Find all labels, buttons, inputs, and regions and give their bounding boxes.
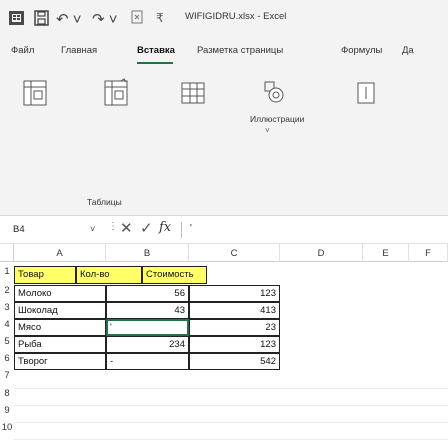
name-box-dropdown-icon[interactable]: ˅ [90, 224, 95, 234]
ribbon-panel: Иллюстрации ˅ Таблицы [0, 68, 448, 216]
name-box[interactable]: B4 [4, 221, 99, 239]
row-header-7[interactable]: 7 [0, 370, 14, 381]
customize-quick-access-icon[interactable]: ₹ [156, 11, 168, 27]
tab-insert[interactable]: Вставка [137, 45, 175, 56]
illustrations-label[interactable]: Иллюстрации [250, 114, 304, 124]
column-header-a[interactable]: A [14, 244, 106, 262]
row-header-2[interactable]: 2 [0, 285, 14, 296]
row-header-10[interactable]: 10 [0, 422, 14, 433]
column-header-d[interactable]: D [280, 244, 363, 262]
formula-bar-grip-icon[interactable]: ⋮ [108, 221, 118, 232]
save-icon[interactable] [34, 10, 49, 26]
undo-icon[interactable]: ↶ ˅ [56, 10, 84, 28]
table-cell-qty[interactable]: 43 [106, 302, 189, 319]
table-cell-qty[interactable]: 56 [106, 285, 189, 302]
active-cell-b4[interactable]: ' [106, 319, 189, 336]
table-cell-item[interactable]: Шоколад [14, 302, 106, 319]
cancel-icon[interactable]: ✕ [120, 219, 133, 237]
table-cell-cost[interactable]: 542 [189, 353, 280, 370]
tables-group-label: Таблицы [87, 197, 122, 207]
formula-bar: B4 ˅ ⋮ ✕ ✓ fx ' [0, 216, 448, 244]
addins-icon[interactable] [353, 78, 379, 108]
pivot-table-icon[interactable] [22, 78, 48, 108]
insert-function-icon[interactable]: fx [159, 220, 171, 235]
tab-file[interactable]: Файл [11, 45, 34, 56]
table-cell-cost[interactable]: 413 [189, 302, 280, 319]
table-icon[interactable] [180, 78, 206, 108]
active-tab-indicator [137, 62, 173, 64]
tab-formulas[interactable]: Формулы [341, 45, 382, 56]
row-header-8[interactable]: 8 [0, 388, 14, 399]
column-header-b[interactable]: B [106, 244, 189, 262]
redo-icon[interactable]: ↷ ˅ [92, 10, 120, 28]
select-all-corner[interactable] [0, 244, 14, 262]
row-header-6[interactable]: 6 [0, 353, 14, 364]
gridline [14, 388, 448, 389]
table-cell-cost[interactable]: 23 [189, 319, 280, 336]
tab-data[interactable]: Да [402, 45, 414, 56]
enter-check-icon[interactable]: ✓ [140, 219, 153, 237]
header-cell-item[interactable]: Товар [14, 266, 76, 284]
title-bar: ↶ ˅ ↷ ˅ ₹ WIFIGIDRU.xlsx - Excel [0, 0, 448, 34]
row-header-1[interactable]: 1 [0, 266, 14, 277]
table-cell-item[interactable]: Рыба [14, 336, 106, 353]
gridline [14, 405, 448, 406]
formula-bar-divider [181, 222, 182, 238]
row-header-5[interactable]: 5 [0, 336, 14, 347]
row-header-4[interactable]: 4 [0, 319, 14, 330]
row-header-9[interactable]: 9 [0, 405, 14, 416]
tab-home[interactable]: Главная [61, 45, 97, 56]
header-cell-cost[interactable]: Стоимость [142, 266, 207, 284]
header-cell-qty[interactable]: Кол-во [76, 266, 142, 284]
table-cell-item[interactable]: Мясо [14, 319, 106, 336]
ribbon-tabs: Файл Главная Вставка Разметка страницы Ф… [0, 34, 448, 68]
row-header-3[interactable]: 3 [0, 302, 14, 313]
table-cell-item[interactable]: Молоко [14, 285, 106, 302]
illustrations-dropdown-icon[interactable]: ˅ [265, 126, 270, 135]
excel-icon [9, 10, 24, 26]
recommended-pivot-icon[interactable] [103, 78, 129, 108]
tab-page-layout[interactable]: Разметка страницы [197, 45, 283, 56]
column-header-f[interactable]: F [409, 244, 448, 262]
table-cell-cost[interactable]: 123 [189, 336, 280, 353]
formula-input[interactable]: ' [190, 223, 192, 234]
gridline [14, 439, 448, 440]
gridline [14, 422, 448, 423]
worksheet-grid[interactable]: A B C D E F 1 2 3 4 5 6 7 8 9 10 Товар К… [0, 244, 448, 447]
table-cell-item[interactable]: Творог [14, 353, 106, 370]
table-cell-qty[interactable]: - [106, 353, 189, 370]
touch-mode-icon[interactable] [131, 10, 145, 26]
table-cell-cost[interactable]: 123 [189, 285, 280, 302]
window-title: WIFIGIDRU.xlsx - Excel [185, 11, 287, 22]
illustrations-icon[interactable] [262, 78, 288, 108]
column-header-c[interactable]: C [189, 244, 280, 262]
column-header-e[interactable]: E [363, 244, 409, 262]
table-cell-qty[interactable]: 234 [106, 336, 189, 353]
